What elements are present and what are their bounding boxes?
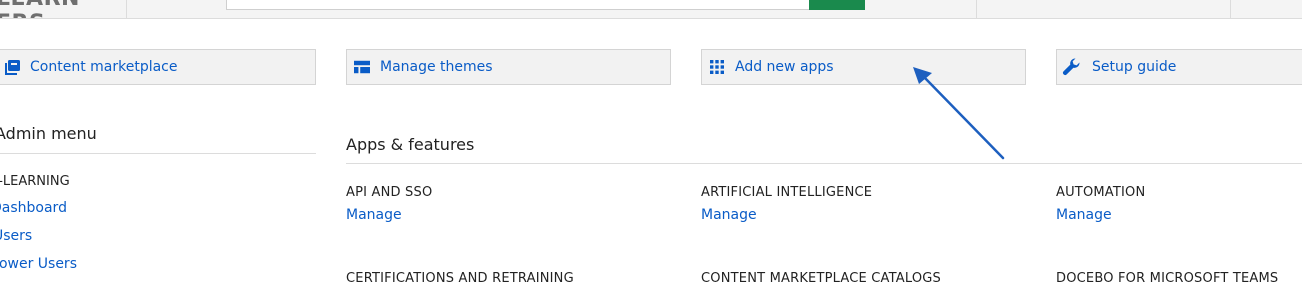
- annotation-arrow: [913, 67, 1005, 160]
